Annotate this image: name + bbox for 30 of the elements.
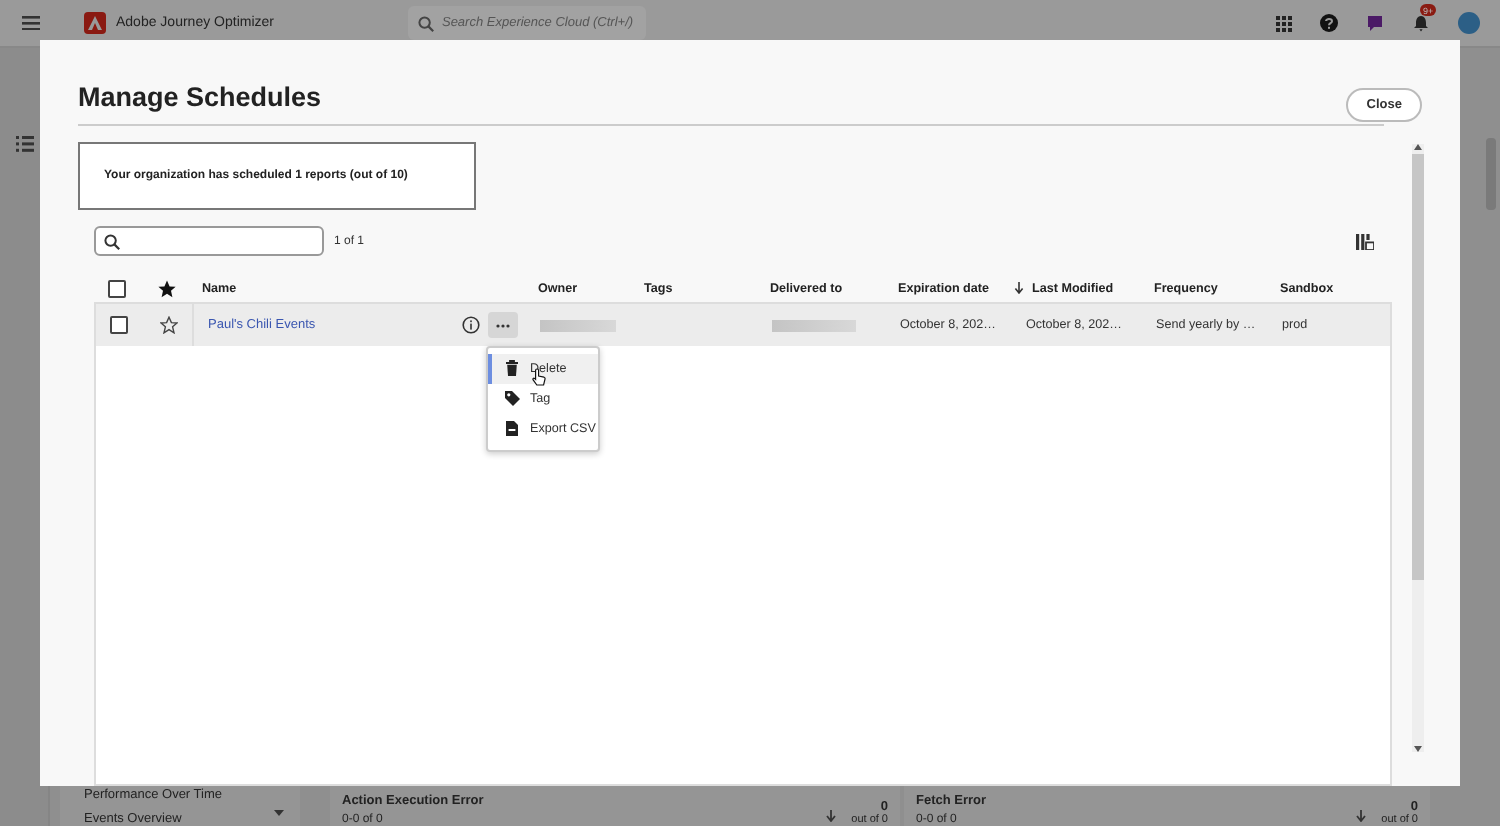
up-arrow-icon[interactable] (1414, 144, 1422, 150)
star-icon[interactable] (160, 316, 178, 334)
redacted-text (772, 319, 856, 331)
trash-icon (504, 360, 520, 378)
caret-icon[interactable] (274, 810, 284, 816)
apps-grid-icon[interactable] (1276, 15, 1292, 31)
info-icon[interactable] (462, 316, 480, 334)
column-settings-icon[interactable] (1356, 233, 1374, 249)
document-icon (504, 420, 520, 438)
chat-icon[interactable] (1366, 14, 1384, 32)
search-icon (104, 233, 120, 249)
bell-icon[interactable] (1412, 14, 1430, 32)
list-icon[interactable] (16, 136, 34, 152)
search-icon (417, 15, 434, 31)
sort-arrow-icon (1014, 282, 1024, 294)
down-arrow-icon (1355, 810, 1366, 822)
search-field[interactable] (94, 226, 324, 256)
dialog-title: Manage Schedules (78, 81, 322, 111)
checkbox[interactable] (110, 316, 128, 334)
redacted-text (540, 319, 616, 331)
down-arrow-icon[interactable] (1414, 746, 1422, 752)
scrollbar[interactable] (1412, 144, 1424, 752)
menu-icon[interactable] (22, 16, 40, 30)
tag-icon (504, 390, 520, 408)
help-icon[interactable] (1320, 14, 1338, 32)
checkbox[interactable] (108, 279, 126, 297)
down-arrow-icon (825, 810, 836, 822)
scrollbar-thumb[interactable] (1412, 154, 1424, 580)
logo-icon (84, 12, 106, 34)
star-icon (158, 279, 176, 297)
